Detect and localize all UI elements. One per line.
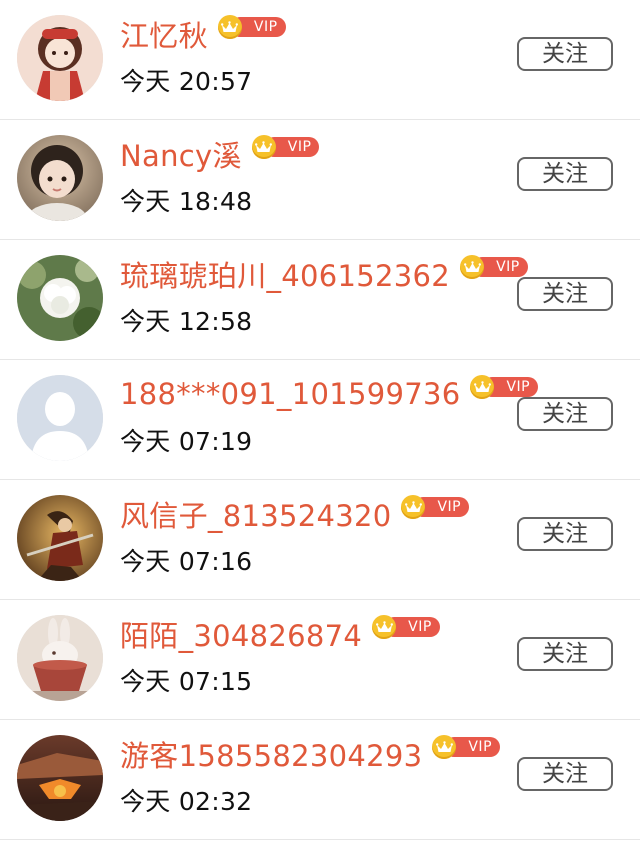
follow-button[interactable]: 关注 xyxy=(517,397,613,431)
list-item[interactable]: 风信子_813524320 VIP 今天 07:16 关注 xyxy=(0,480,640,600)
list-item[interactable]: 188***091_101599736 VIP 今天 07:19 关注 xyxy=(0,360,640,480)
user-name[interactable]: 风信子_813524320 xyxy=(120,493,391,535)
name-line: 游客1585582304293 VIP xyxy=(120,733,501,775)
list-item[interactable]: Nancy溪 VIP 今天 18:48 关注 xyxy=(0,120,640,240)
vip-badge: VIP xyxy=(432,735,501,759)
follow-button[interactable]: 关注 xyxy=(517,277,613,311)
follow-button[interactable]: 关注 xyxy=(517,637,613,671)
avatar[interactable] xyxy=(17,615,103,701)
crown-icon xyxy=(217,15,242,39)
follow-button[interactable]: 关注 xyxy=(517,37,613,71)
user-name[interactable]: 琉璃琥珀川_406152362 xyxy=(120,253,450,295)
avatar[interactable] xyxy=(17,495,103,581)
crown-icon xyxy=(251,135,276,159)
user-name[interactable]: 陌陌_304826874 xyxy=(120,613,362,655)
timestamp: 今天 12:58 xyxy=(120,307,253,336)
vip-badge: VIP xyxy=(217,15,286,39)
name-line: 风信子_813524320 VIP xyxy=(120,493,470,535)
list-item[interactable]: 江忆秋 VIP 今天 20:57 关注 xyxy=(0,0,640,120)
name-line: Nancy溪 VIP xyxy=(120,133,320,175)
white-flower-avatar-icon xyxy=(17,255,103,341)
name-line: 陌陌_304826874 VIP xyxy=(120,614,440,654)
anime-girl-avatar-icon xyxy=(17,15,103,101)
timestamp: 今天 07:19 xyxy=(120,427,253,456)
vip-badge: VIP xyxy=(470,375,539,399)
follow-button[interactable]: 关注 xyxy=(517,757,613,791)
avatar[interactable] xyxy=(17,735,103,821)
name-line: 188***091_101599736 VIP xyxy=(120,374,539,414)
avatar[interactable] xyxy=(17,375,103,461)
child-photo-avatar-icon xyxy=(17,135,103,221)
list-item[interactable]: 游客1585582304293 VIP 今天 02:32 关注 xyxy=(0,720,640,840)
follower-list: 江忆秋 VIP 今天 20:57 关注 Nancy溪 VIP 今天 18:48 … xyxy=(0,0,640,840)
vip-badge: VIP xyxy=(251,135,320,159)
vip-badge: VIP xyxy=(372,615,440,639)
timestamp: 今天 07:15 xyxy=(120,667,253,696)
name-line: 琉璃琥珀川_406152362 VIP xyxy=(120,254,528,294)
crown-icon xyxy=(372,615,397,639)
list-item[interactable]: 陌陌_304826874 VIP 今天 07:15 关注 xyxy=(0,600,640,720)
vip-badge: VIP xyxy=(401,495,470,519)
avatar[interactable] xyxy=(17,255,103,341)
user-name[interactable]: Nancy溪 xyxy=(120,133,242,175)
timestamp: 今天 20:57 xyxy=(120,67,253,96)
list-item[interactable]: 琉璃琥珀川_406152362 VIP 今天 12:58 关注 xyxy=(0,240,640,360)
user-name[interactable]: 江忆秋 xyxy=(120,13,208,55)
crown-icon xyxy=(460,255,485,279)
timestamp: 今天 07:16 xyxy=(120,547,253,576)
timestamp: 今天 02:32 xyxy=(120,787,253,816)
vip-badge: VIP xyxy=(460,255,528,279)
user-name[interactable]: 游客1585582304293 xyxy=(120,733,422,775)
rabbit-cup-avatar-icon xyxy=(17,615,103,701)
timestamp: 今天 18:48 xyxy=(120,187,253,216)
default-person-avatar-icon xyxy=(17,375,103,461)
name-line: 江忆秋 VIP xyxy=(120,14,286,54)
avatar[interactable] xyxy=(17,135,103,221)
warrior-art-avatar-icon xyxy=(17,495,103,581)
fantasy-scene-avatar-icon xyxy=(17,735,103,821)
avatar[interactable] xyxy=(17,15,103,101)
follow-button[interactable]: 关注 xyxy=(517,517,613,551)
follow-button[interactable]: 关注 xyxy=(517,157,613,191)
user-name[interactable]: 188***091_101599736 xyxy=(120,377,460,411)
